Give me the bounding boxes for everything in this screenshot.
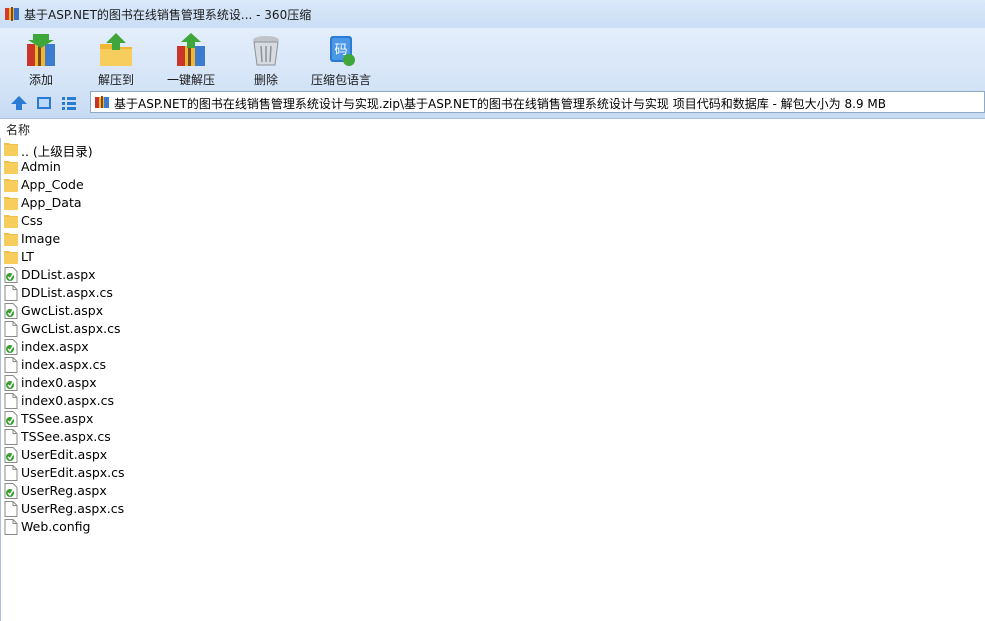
folder-row[interactable]: Image bbox=[0, 230, 985, 248]
folder-icon bbox=[4, 249, 18, 265]
file-name: GwcList.aspx.cs bbox=[21, 321, 121, 336]
file-icon bbox=[4, 501, 18, 517]
folder-icon bbox=[4, 231, 18, 247]
aspx-file-icon bbox=[4, 375, 18, 391]
file-icon bbox=[4, 465, 18, 481]
archive-icon bbox=[95, 96, 109, 108]
file-icon bbox=[4, 285, 18, 301]
aspx-file-icon bbox=[4, 447, 18, 463]
folder-icon bbox=[4, 159, 18, 175]
list-view-icon[interactable] bbox=[60, 94, 78, 112]
aspx-file-icon bbox=[4, 339, 18, 355]
aspx-file-icon bbox=[4, 483, 18, 499]
aspx-file-icon bbox=[4, 411, 18, 427]
title-bar: 基于ASP.NET的图书在线销售管理系统设... - 360压缩 bbox=[0, 0, 985, 28]
folder-row[interactable]: Css bbox=[0, 212, 985, 230]
file-name: App_Data bbox=[21, 195, 82, 210]
add-archive-icon bbox=[27, 34, 55, 66]
extract-to-button[interactable]: 解压到 bbox=[86, 30, 146, 87]
archive-language-button[interactable]: 码 压缩包语言 bbox=[311, 30, 371, 87]
file-name: LT bbox=[21, 249, 34, 264]
folder-icon bbox=[4, 213, 18, 229]
file-row[interactable]: UserReg.aspx bbox=[0, 482, 985, 500]
file-name: GwcList.aspx bbox=[21, 303, 104, 318]
delete-icon bbox=[253, 36, 279, 66]
file-row[interactable]: UserReg.aspx.cs bbox=[0, 500, 985, 518]
file-icon bbox=[4, 429, 18, 445]
file-row[interactable]: GwcList.aspx.cs bbox=[0, 320, 985, 338]
extract-to-icon bbox=[100, 33, 132, 66]
file-row[interactable]: DDList.aspx bbox=[0, 266, 985, 284]
add-label: 添加 bbox=[28, 73, 53, 87]
aspx-file-icon bbox=[4, 267, 18, 283]
address-bar[interactable]: 基于ASP.NET的图书在线销售管理系统设计与实现.zip\基于ASP.NET的… bbox=[90, 91, 985, 113]
delete-label: 删除 bbox=[253, 73, 278, 87]
file-list: .. (上级目录) Admin App_Code App_Data Css Image LT… bbox=[0, 140, 985, 536]
column-header[interactable]: 名称 bbox=[0, 119, 985, 138]
toolbar: 添加 解压到 一键解压 删除 码 压缩包语言 bbox=[0, 28, 985, 88]
folder-row[interactable]: LT bbox=[0, 248, 985, 266]
file-name: TSSee.aspx bbox=[21, 411, 94, 426]
file-icon bbox=[4, 357, 18, 373]
folder-row[interactable]: Admin bbox=[0, 158, 985, 176]
file-row[interactable]: TSSee.aspx bbox=[0, 410, 985, 428]
file-row[interactable]: TSSee.aspx.cs bbox=[0, 428, 985, 446]
extract-to-label: 解压到 bbox=[97, 73, 134, 87]
one-click-extract-icon bbox=[177, 33, 205, 66]
file-icon bbox=[4, 321, 18, 337]
file-row[interactable]: index.aspx.cs bbox=[0, 356, 985, 374]
file-name: DDList.aspx bbox=[21, 267, 96, 282]
file-row[interactable]: GwcList.aspx bbox=[0, 302, 985, 320]
one-click-extract-label: 一键解压 bbox=[166, 73, 215, 87]
file-name: index0.aspx.cs bbox=[21, 393, 114, 408]
folder-icon bbox=[4, 195, 18, 211]
file-name: UserReg.aspx bbox=[21, 483, 107, 498]
archive-language-icon: 码 bbox=[330, 36, 355, 66]
file-name: App_Code bbox=[21, 177, 84, 192]
aspx-file-icon bbox=[4, 303, 18, 319]
language-icon-text: 码 bbox=[334, 43, 347, 58]
file-name: TSSee.aspx.cs bbox=[21, 429, 111, 444]
add-button[interactable]: 添加 bbox=[11, 30, 71, 87]
file-row[interactable]: index0.aspx.cs bbox=[0, 392, 985, 410]
file-row[interactable]: DDList.aspx.cs bbox=[0, 284, 985, 302]
folder-row[interactable]: .. (上级目录) bbox=[0, 140, 985, 159]
file-row[interactable]: Web.config bbox=[0, 518, 985, 536]
file-row[interactable]: UserEdit.aspx bbox=[0, 446, 985, 464]
delete-button[interactable]: 删除 bbox=[236, 30, 296, 87]
column-name-header[interactable]: 名称 bbox=[6, 121, 30, 138]
file-name: Css bbox=[21, 213, 43, 228]
one-click-extract-button[interactable]: 一键解压 bbox=[161, 30, 221, 87]
folder-row[interactable]: App_Code bbox=[0, 176, 985, 194]
thumbnail-view-icon[interactable] bbox=[35, 94, 53, 112]
file-name: Image bbox=[21, 231, 61, 246]
file-icon bbox=[4, 519, 18, 535]
up-arrow-icon[interactable] bbox=[10, 94, 28, 112]
app-archive-icon bbox=[5, 7, 19, 21]
archive-language-label: 压缩包语言 bbox=[310, 73, 371, 87]
address-row: 基于ASP.NET的图书在线销售管理系统设计与实现.zip\基于ASP.NET的… bbox=[0, 88, 985, 119]
file-name: UserEdit.aspx.cs bbox=[21, 465, 125, 480]
folder-row[interactable]: App_Data bbox=[0, 194, 985, 212]
file-row[interactable]: index0.aspx bbox=[0, 374, 985, 392]
window-title: 基于ASP.NET的图书在线销售管理系统设... - 360压缩 bbox=[24, 8, 312, 22]
file-name: Web.config bbox=[21, 519, 91, 534]
file-name: index.aspx.cs bbox=[21, 357, 107, 372]
folder-icon bbox=[4, 141, 18, 157]
file-name: UserReg.aspx.cs bbox=[21, 501, 125, 516]
file-name: UserEdit.aspx bbox=[21, 447, 108, 462]
folder-icon bbox=[4, 177, 18, 193]
file-name: DDList.aspx.cs bbox=[21, 285, 113, 300]
file-row[interactable]: UserEdit.aspx.cs bbox=[0, 464, 985, 482]
file-icon bbox=[4, 393, 18, 409]
file-name: index.aspx bbox=[21, 339, 89, 354]
address-path: 基于ASP.NET的图书在线销售管理系统设计与实现.zip\基于ASP.NET的… bbox=[114, 97, 886, 111]
file-row[interactable]: index.aspx bbox=[0, 338, 985, 356]
file-name: index0.aspx bbox=[21, 375, 97, 390]
file-name: Admin bbox=[21, 159, 61, 174]
